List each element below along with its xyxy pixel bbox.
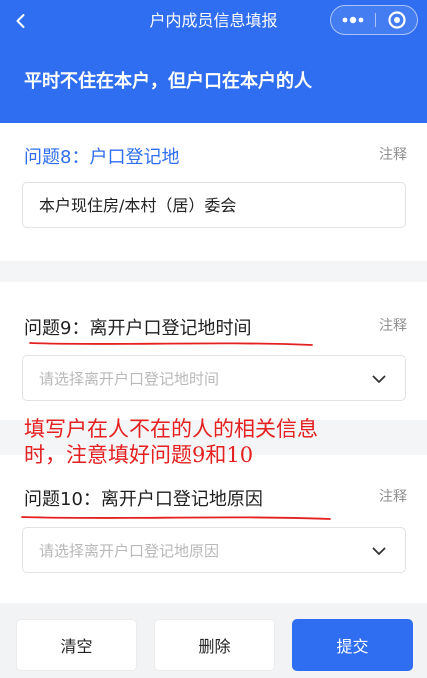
- more-button[interactable]: [331, 6, 375, 34]
- delete-button[interactable]: 删除: [154, 619, 275, 671]
- close-button[interactable]: [376, 6, 418, 34]
- question-10-title: 问题10：离开户口登记地原因: [24, 489, 263, 510]
- leave-reason-placeholder: 请选择离开户口登记地原因: [39, 542, 220, 560]
- question-10-note-link[interactable]: 注释: [379, 487, 407, 507]
- leave-time-select[interactable]: 请选择离开户口登记地时间: [22, 355, 406, 401]
- more-dots-icon: [342, 16, 364, 24]
- annotation-line-2: 时，注意填好问题9和10: [24, 443, 254, 467]
- clear-button[interactable]: 清空: [16, 619, 137, 671]
- chevron-down-icon: [372, 547, 386, 555]
- question-8-card: 问题8：户口登记地 注释 本户现住房/本村（居）委会: [0, 123, 427, 261]
- question-8-note-link[interactable]: 注释: [379, 145, 407, 165]
- question-10-card: 问题10：离开户口登记地原因 注释 请选择离开户口登记地原因: [0, 455, 427, 603]
- question-8-title: 问题8：户口登记地: [24, 147, 180, 168]
- chevron-down-icon: [372, 375, 386, 383]
- target-close-icon: [388, 11, 406, 29]
- mini-program-capsule: [330, 5, 418, 35]
- leave-reason-select[interactable]: 请选择离开户口登记地原因: [22, 527, 406, 573]
- section-heading: 平时不住在本户，但户口在本户的人: [24, 71, 312, 92]
- registration-place-field[interactable]: 本户现住房/本村（居）委会: [22, 182, 406, 228]
- registration-place-value: 本户现住房/本村（居）委会: [39, 196, 237, 215]
- app-header: 户内成员信息填报 平时不住在本户，但户口在本户的人: [0, 0, 427, 123]
- action-bar: 清空 删除 提交: [0, 604, 427, 678]
- back-button[interactable]: [6, 6, 36, 36]
- chevron-left-icon: [16, 14, 25, 28]
- leave-time-placeholder: 请选择离开户口登记地时间: [39, 370, 220, 388]
- question-9-title: 问题9：离开户口登记地时间: [24, 318, 252, 339]
- question-9-card: 问题9：离开户口登记地时间 注释 请选择离开户口登记地时间: [0, 282, 427, 420]
- annotation-line-1: 填写户在人不在的人的相关信息: [24, 417, 318, 441]
- question-9-note-link[interactable]: 注释: [379, 316, 407, 336]
- submit-button[interactable]: 提交: [292, 619, 413, 671]
